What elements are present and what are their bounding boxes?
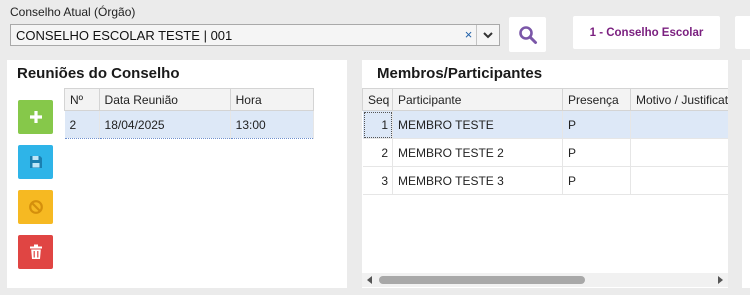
- clear-icon[interactable]: ×: [461, 25, 477, 45]
- members-horizontal-scrollbar[interactable]: [362, 273, 728, 287]
- add-meeting-button[interactable]: [18, 100, 53, 134]
- col-header-reason[interactable]: Motivo / Justificativa: [630, 88, 728, 111]
- members-panel-title: Membros/Participantes: [377, 65, 543, 82]
- save-meeting-button[interactable]: [18, 145, 53, 179]
- chevron-down-icon[interactable]: [477, 25, 499, 45]
- meeting-number-cell: 2: [64, 110, 100, 139]
- members-panel: Membros/Participantes Seq Participante P…: [362, 60, 728, 288]
- trash-icon: [29, 244, 42, 259]
- council-select-value: CONSELHO ESCOLAR TESTE | 001: [16, 28, 233, 43]
- search-icon: [518, 25, 537, 44]
- table-row[interactable]: 1 MEMBRO TESTE P: [362, 110, 728, 139]
- col-header-seq[interactable]: Seq: [362, 88, 393, 111]
- table-row[interactable]: 3 MEMBRO TESTE 3 P: [362, 166, 728, 195]
- col-header-participant[interactable]: Participante: [392, 88, 563, 111]
- tab-conselho-escolar[interactable]: 1 - Conselho Escolar: [573, 16, 720, 49]
- table-row[interactable]: 2 18/04/2025 13:00: [64, 110, 315, 139]
- members-grid: Seq Participante Presença Motivo / Justi…: [362, 88, 728, 195]
- meetings-panel-title: Reuniões do Conselho: [17, 65, 180, 82]
- members-header-row: Seq Participante Presença Motivo / Justi…: [362, 88, 728, 111]
- save-icon: [29, 156, 42, 168]
- member-seq-cell: 1: [362, 110, 393, 139]
- member-seq-cell: 2: [362, 138, 393, 167]
- col-header-time[interactable]: Hora: [229, 88, 315, 111]
- col-header-presence[interactable]: Presença: [562, 88, 631, 111]
- cancel-meeting-button[interactable]: [18, 190, 53, 224]
- meetings-panel: Reuniões do Conselho Nº Data Reunião Hor…: [7, 60, 347, 288]
- member-presence-cell[interactable]: P: [562, 138, 631, 167]
- member-seq-cell: 3: [362, 166, 393, 195]
- meetings-grid: Nº Data Reunião Hora 2 18/04/2025 13:00: [64, 88, 315, 139]
- member-name-cell: MEMBRO TESTE 3: [392, 166, 563, 195]
- meeting-time-cell: 13:00: [230, 110, 315, 139]
- member-name-cell: MEMBRO TESTE 2: [392, 138, 563, 167]
- member-presence-cell[interactable]: P: [562, 110, 631, 139]
- scroll-right-icon[interactable]: [715, 275, 725, 285]
- col-header-number[interactable]: Nº: [64, 88, 100, 111]
- third-panel-edge: [742, 60, 750, 288]
- cancel-icon: [28, 200, 43, 214]
- member-reason-cell[interactable]: [630, 110, 728, 139]
- member-presence-cell[interactable]: P: [562, 166, 631, 195]
- search-button[interactable]: [509, 17, 546, 52]
- meetings-header-row: Nº Data Reunião Hora: [64, 88, 315, 111]
- member-reason-cell[interactable]: [630, 138, 728, 167]
- col-header-date[interactable]: Data Reunião: [98, 88, 231, 111]
- app-root: Conselho Atual (Órgão) CONSELHO ESCOLAR …: [0, 0, 750, 295]
- scrollbar-thumb[interactable]: [379, 276, 585, 284]
- table-row[interactable]: 2 MEMBRO TESTE 2 P: [362, 138, 728, 167]
- meeting-date-cell: 18/04/2025: [99, 110, 231, 139]
- plus-icon: [29, 111, 42, 123]
- delete-meeting-button[interactable]: [18, 235, 53, 269]
- member-name-cell: MEMBRO TESTE: [392, 110, 563, 139]
- council-select[interactable]: CONSELHO ESCOLAR TESTE | 001 ×: [10, 24, 500, 46]
- council-field-label: Conselho Atual (Órgão): [10, 5, 136, 19]
- tab-next[interactable]: [735, 16, 750, 49]
- scroll-left-icon[interactable]: [365, 275, 375, 285]
- member-reason-cell[interactable]: [630, 166, 728, 195]
